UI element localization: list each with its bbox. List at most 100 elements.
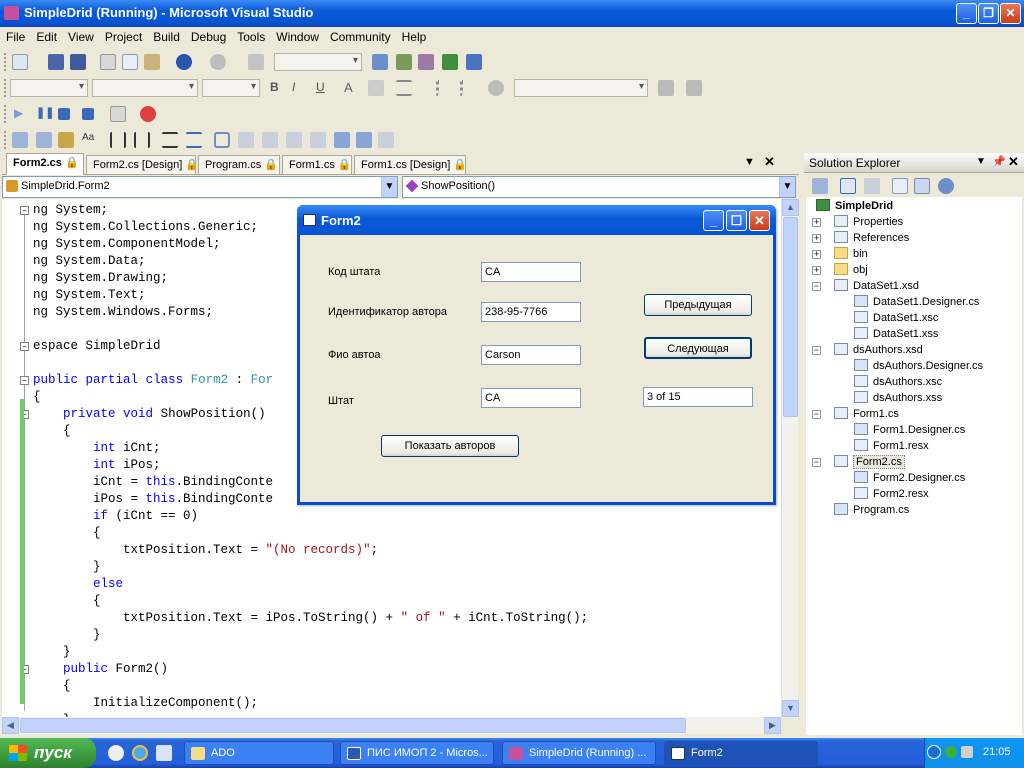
tree-item[interactable]: DataSet1.Designer.cs: [854, 295, 979, 308]
font-color-icon[interactable]: A: [344, 80, 360, 96]
menu-tools[interactable]: Tools: [231, 27, 270, 44]
spellcheck-icon[interactable]: [658, 80, 674, 96]
tab-form1-design[interactable]: Form1.cs [Design] 🔒: [354, 155, 467, 174]
show-desktop-icon[interactable]: [156, 745, 172, 761]
code-line[interactable]: if (iCnt == 0): [33, 508, 198, 525]
form2-maximize-button[interactable]: ☐: [726, 210, 747, 231]
title-bar[interactable]: SimpleDrid (Running) - Microsoft Visual …: [0, 0, 1024, 27]
tree-item[interactable]: bin: [834, 247, 868, 260]
break-all-icon[interactable]: ❚❚: [36, 106, 54, 122]
bold-icon[interactable]: B: [270, 80, 286, 96]
comment-icon[interactable]: [162, 132, 178, 148]
bookmark-folder-next-icon[interactable]: [310, 132, 326, 148]
layout-icon-4[interactable]: Aa: [82, 132, 98, 148]
collapse-icon[interactable]: −: [812, 282, 821, 291]
redo-icon[interactable]: [210, 54, 226, 70]
properties-icon[interactable]: [812, 178, 828, 194]
indent-icon[interactable]: [110, 132, 126, 148]
tree-item[interactable]: Properties: [834, 215, 903, 228]
collapse-icon[interactable]: −: [812, 346, 821, 355]
close-document-icon[interactable]: ✕: [764, 154, 775, 170]
menu-build[interactable]: Build: [147, 27, 185, 44]
tree-item[interactable]: dsAuthors.xsc: [854, 375, 942, 388]
window-position-icon[interactable]: ▼: [976, 156, 986, 167]
menu-debug[interactable]: Debug: [185, 27, 231, 44]
tab-form2-design[interactable]: Form2.cs [Design] 🔒: [86, 155, 199, 174]
menu-file[interactable]: File: [0, 27, 30, 44]
horizontal-scroll-thumb[interactable]: [20, 718, 686, 733]
code-line[interactable]: public Form2(): [33, 661, 168, 678]
next-button[interactable]: Следующая: [644, 337, 752, 359]
code-line[interactable]: ng System;: [33, 202, 108, 219]
expand-icon[interactable]: +: [812, 250, 821, 259]
editor-horizontal-scrollbar[interactable]: ◀ ▶: [2, 717, 781, 734]
class-combo[interactable]: SimpleDrid.Form2 ▼: [2, 176, 398, 198]
view-designer-icon[interactable]: [914, 178, 930, 194]
code-line[interactable]: else: [33, 576, 123, 593]
underline-icon[interactable]: U: [316, 80, 332, 96]
restore-button[interactable]: ❐: [978, 3, 999, 24]
close-panel-icon[interactable]: ✕: [1008, 154, 1019, 170]
editor-vertical-scrollbar[interactable]: ▲ ▼: [781, 199, 799, 717]
code-line[interactable]: ng System.ComponentModel;: [33, 236, 221, 253]
tree-item[interactable]: dsAuthors.xss: [854, 391, 942, 404]
command-window-icon[interactable]: [466, 54, 482, 70]
code-line[interactable]: iCnt = this.BindingConte: [33, 474, 273, 491]
view-code-icon[interactable]: [892, 178, 908, 194]
code-line[interactable]: }: [33, 627, 101, 644]
save-icon[interactable]: [48, 54, 64, 70]
tab-form2-cs[interactable]: Form2.cs 🔒: [6, 153, 84, 175]
tree-item[interactable]: Form2.resx: [854, 487, 929, 500]
expand-icon[interactable]: +: [812, 266, 821, 275]
collapse-region-icon[interactable]: −: [20, 376, 29, 385]
tree-item[interactable]: Form1.Designer.cs: [854, 423, 965, 436]
member-combo[interactable]: ShowPosition() ▼: [402, 176, 796, 198]
auto-hide-pin-icon[interactable]: 📌: [992, 155, 1006, 168]
code-line[interactable]: {: [33, 525, 101, 542]
tab-program-cs[interactable]: Program.cs 🔒: [198, 155, 280, 174]
code-line[interactable]: ng System.Windows.Forms;: [33, 304, 213, 321]
internet-explorer-icon[interactable]: [132, 745, 148, 761]
start-button[interactable]: пуск: [0, 738, 96, 768]
tree-item[interactable]: Form2.Designer.cs: [854, 471, 965, 484]
form2-close-button[interactable]: ✕: [749, 210, 770, 231]
code-line[interactable]: iPos = this.BindingConte: [33, 491, 273, 508]
task-ado[interactable]: ADO: [184, 741, 334, 765]
continue-icon[interactable]: ▶: [14, 106, 30, 122]
save-all-icon[interactable]: [70, 54, 86, 70]
clock[interactable]: 21:05: [983, 746, 1011, 758]
clear-bookmarks-icon[interactable]: [378, 132, 394, 148]
solution-config-combo[interactable]: [274, 53, 362, 71]
bookmark-icon[interactable]: [214, 132, 230, 148]
layout-icon-1[interactable]: [12, 132, 28, 148]
author-id-field[interactable]: 238-95-7766: [481, 302, 581, 322]
tree-item[interactable]: DataSet1.xss: [854, 327, 938, 340]
start-debugging-icon[interactable]: [248, 54, 264, 70]
vertical-scroll-thumb[interactable]: [783, 217, 798, 417]
menu-help[interactable]: Help: [396, 27, 432, 44]
bookmark-prev-icon[interactable]: [238, 132, 254, 148]
code-line[interactable]: {: [33, 389, 41, 406]
code-line[interactable]: txtPosition.Text = iPos.ToString() + " o…: [33, 610, 588, 627]
form2-minimize-button[interactable]: _: [703, 210, 724, 231]
layout-icon-3[interactable]: [58, 132, 74, 148]
code-line[interactable]: private void ShowPosition(): [33, 406, 266, 423]
style-combo[interactable]: [10, 79, 88, 97]
bookmark-next-icon[interactable]: [262, 132, 278, 148]
bookmark-folder-prev-icon[interactable]: [286, 132, 302, 148]
insert-image-icon[interactable]: [686, 80, 702, 96]
collapse-icon[interactable]: −: [812, 458, 821, 467]
collapse-region-icon[interactable]: −: [20, 342, 29, 351]
media-player-icon[interactable]: [108, 745, 124, 761]
tab-form1-cs[interactable]: Form1.cs 🔒: [282, 155, 352, 174]
tree-item[interactable]: References: [834, 231, 909, 244]
tab-list-icon[interactable]: ▼: [744, 156, 755, 168]
show-authors-button[interactable]: Показать авторов: [381, 435, 519, 457]
object-browser-icon[interactable]: [442, 54, 458, 70]
code-line[interactable]: InitializeComponent();: [33, 695, 258, 712]
code-line[interactable]: public partial class Form2 : For: [33, 372, 273, 389]
show-all-files-icon[interactable]: [840, 178, 856, 194]
bullets-icon[interactable]: [436, 80, 452, 96]
code-line[interactable]: ng System.Collections.Generic;: [33, 219, 258, 236]
tree-item[interactable]: DataSet1.xsd: [834, 279, 919, 292]
